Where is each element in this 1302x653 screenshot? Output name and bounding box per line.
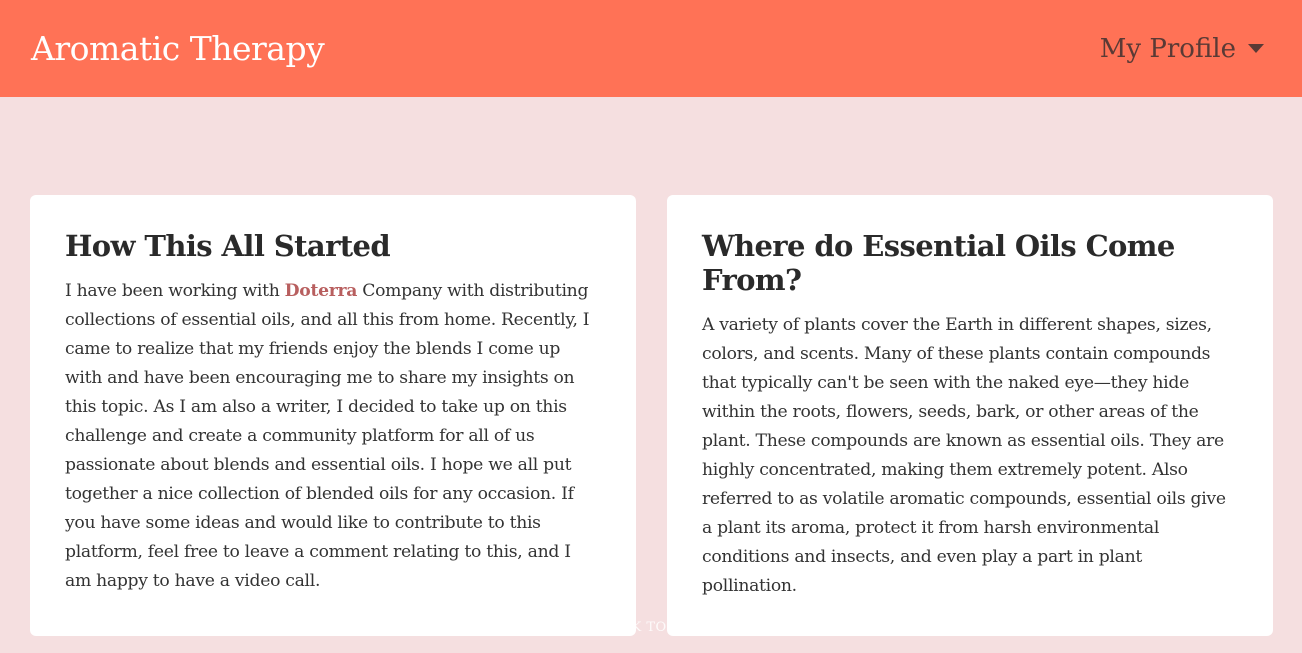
- card-title: Where do Essential Oils Come From?: [702, 229, 1175, 297]
- navbar: Aromatic Therapy My Profile: [0, 0, 1302, 97]
- card-body: A variety of plants cover the Earth in d…: [702, 315, 1226, 596]
- cards-container: How This All Started I have been working…: [30, 195, 1273, 636]
- chevron-down-icon: [1248, 44, 1264, 53]
- card-essential-oils-origin: Where do Essential Oils Come From? A var…: [667, 195, 1273, 636]
- card-text-before: I have been working with: [65, 281, 285, 301]
- brand-logo-link[interactable]: Aromatic Therapy: [31, 29, 325, 68]
- profile-label: My Profile: [1099, 33, 1236, 64]
- card-body: I have been working with Doterra Company…: [65, 277, 601, 596]
- card-text-after: Company with distributing collections of…: [65, 281, 590, 591]
- card-title: How This All Started: [65, 229, 391, 263]
- doterra-link[interactable]: Doterra: [285, 281, 358, 301]
- card-how-it-started: How This All Started I have been working…: [30, 195, 636, 636]
- back-to-top-link[interactable]: BACK TO TOP: [0, 620, 1302, 635]
- profile-dropdown[interactable]: My Profile: [1100, 34, 1264, 64]
